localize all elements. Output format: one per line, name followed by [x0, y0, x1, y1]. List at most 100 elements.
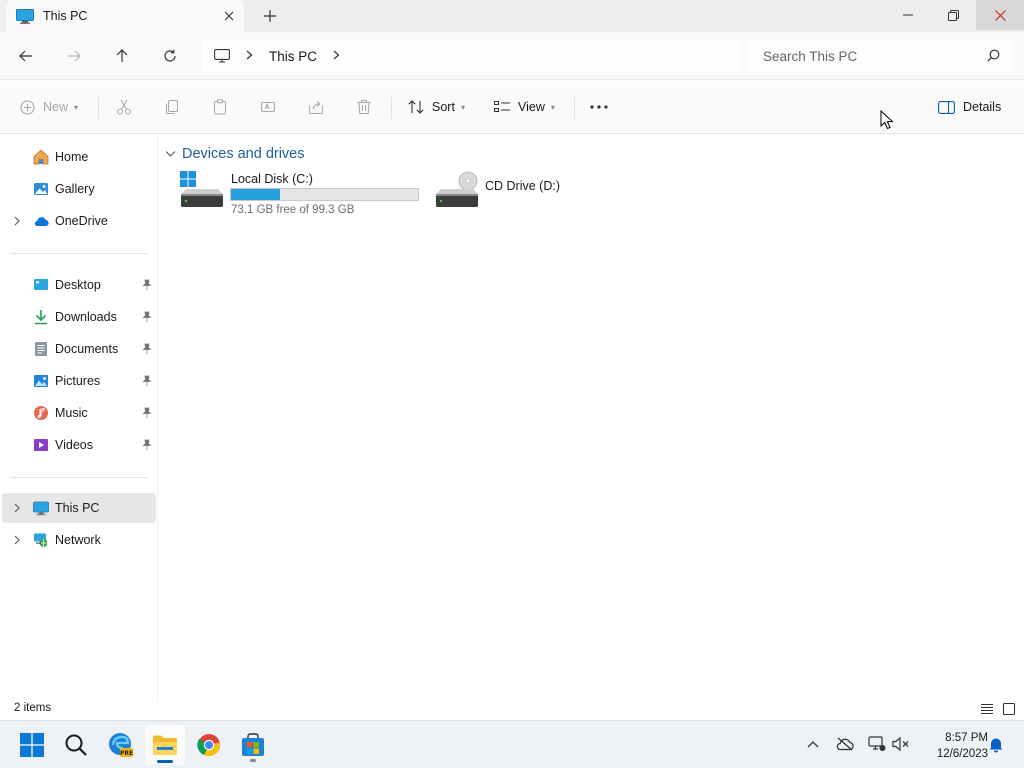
chevron-right-icon[interactable]	[12, 215, 22, 227]
pin-icon[interactable]	[142, 439, 152, 451]
command-bar: New ▾ Sort ▾ View ▾ Details	[0, 81, 1024, 134]
separator	[98, 97, 99, 119]
share-button[interactable]	[308, 93, 324, 121]
sidebar-item-desktop[interactable]: Desktop	[2, 270, 156, 300]
restore-button[interactable]	[930, 0, 976, 30]
rename-button[interactable]	[260, 93, 276, 121]
sort-icon	[408, 100, 424, 114]
details-button[interactable]: Details	[938, 93, 1001, 121]
sidebar-item-pictures[interactable]: Pictures	[2, 366, 156, 396]
view-icon	[494, 101, 510, 112]
desktop-icon	[34, 279, 48, 290]
chevron-right-icon[interactable]	[12, 534, 22, 546]
details-view-icon[interactable]	[980, 702, 994, 716]
cut-button[interactable]	[116, 93, 132, 121]
taskbar-search-button[interactable]	[56, 725, 96, 765]
document-icon	[35, 342, 47, 356]
taskbar-edge-dev[interactable]: PRE	[101, 725, 141, 765]
paste-button[interactable]	[212, 93, 228, 121]
back-button[interactable]	[12, 42, 40, 70]
sidebar-item-videos[interactable]: Videos	[2, 430, 156, 460]
clock-date: 12/6/2023	[936, 748, 988, 760]
sidebar-item-label: Network	[55, 533, 101, 547]
sort-button[interactable]: Sort ▾	[408, 93, 465, 121]
sidebar-item-this-pc[interactable]: This PC	[2, 493, 156, 523]
close-icon	[224, 11, 234, 21]
sidebar-item-network[interactable]: Network	[2, 525, 156, 555]
sidebar-item-label: Videos	[55, 438, 93, 452]
onedrive-tray-button[interactable]	[835, 734, 855, 754]
pin-icon[interactable]	[142, 407, 152, 419]
search-box[interactable]	[748, 40, 1012, 72]
address-bar[interactable]: This PC	[202, 40, 739, 72]
new-tab-button[interactable]	[256, 2, 284, 30]
start-button[interactable]	[12, 725, 52, 765]
navigation-pane: Home Gallery OneDrive Desktop Downloads …	[0, 135, 157, 700]
more-options-button[interactable]	[590, 93, 608, 121]
music-icon	[34, 406, 48, 420]
cut-icon	[117, 99, 131, 115]
network-status-icon	[868, 736, 886, 751]
volume-muted-icon	[892, 736, 909, 752]
up-button[interactable]	[108, 42, 136, 70]
tab-title: This PC	[43, 9, 88, 23]
pictures-icon	[34, 375, 48, 387]
section-header-devices[interactable]: Devices and drives	[165, 145, 305, 163]
breadcrumb-separator[interactable]	[246, 49, 253, 63]
sidebar-item-label: Desktop	[55, 278, 101, 292]
sidebar-item-onedrive[interactable]: OneDrive	[2, 206, 156, 236]
sidebar-item-label: Downloads	[55, 310, 117, 324]
forward-button[interactable]	[60, 42, 88, 70]
show-hidden-icons-button[interactable]	[803, 734, 823, 754]
taskbar-file-explorer[interactable]	[145, 725, 185, 765]
new-icon	[20, 99, 35, 115]
network-tray-button[interactable]	[867, 734, 887, 754]
sidebar-item-home[interactable]: Home	[2, 142, 156, 172]
cloud-icon	[34, 217, 49, 227]
clock[interactable]: 8:57 PM 12/6/2023	[918, 730, 988, 762]
bell-icon	[989, 738, 1003, 752]
copy-button[interactable]	[164, 93, 180, 121]
new-button[interactable]: New ▾	[20, 93, 78, 121]
drive-local-disk-c[interactable]: Local Disk (C:) 73.1 GB free of 99.3 GB	[178, 170, 423, 218]
gallery-icon	[34, 183, 48, 195]
plus-icon	[264, 10, 276, 22]
drive-cd-drive-d[interactable]: CD Drive (D:)	[433, 170, 593, 218]
pin-icon[interactable]	[142, 311, 152, 323]
tab-close-button[interactable]	[214, 1, 244, 31]
delete-button[interactable]	[356, 93, 372, 121]
search-input[interactable]	[763, 48, 973, 64]
running-app-indicator	[250, 759, 256, 762]
sidebar-item-label: This PC	[55, 501, 100, 515]
chevron-down-icon: ▾	[460, 102, 465, 112]
videos-icon	[34, 439, 48, 451]
edge-dev-icon: PRE	[109, 733, 133, 757]
sidebar-item-gallery[interactable]: Gallery	[2, 174, 156, 204]
minimize-button[interactable]	[885, 0, 931, 30]
chevron-right-icon[interactable]	[12, 502, 22, 514]
refresh-icon	[164, 49, 176, 62]
taskbar-chrome[interactable]	[189, 725, 229, 765]
view-button[interactable]: View ▾	[494, 93, 555, 121]
monitor-icon	[33, 501, 49, 516]
sidebar-item-downloads[interactable]: Downloads	[2, 302, 156, 332]
share-icon	[309, 101, 323, 114]
delete-icon	[357, 100, 371, 114]
large-icons-view-icon[interactable]	[1002, 702, 1016, 716]
breadcrumb-separator[interactable]	[333, 49, 340, 63]
tab-this-pc[interactable]: This PC	[6, 0, 244, 32]
pin-icon[interactable]	[142, 343, 152, 355]
refresh-button[interactable]	[156, 42, 184, 70]
sidebar-item-music[interactable]: Music	[2, 398, 156, 428]
volume-tray-button[interactable]	[891, 734, 911, 754]
address-row: This PC	[0, 32, 1024, 80]
close-window-button[interactable]	[976, 0, 1024, 30]
notifications-button[interactable]	[986, 734, 1006, 754]
minimize-icon	[903, 14, 913, 16]
cloud-offline-icon	[836, 737, 854, 751]
pin-icon[interactable]	[142, 279, 152, 291]
taskbar-store[interactable]	[233, 725, 273, 765]
breadcrumb-this-pc[interactable]: This PC	[269, 49, 317, 64]
pin-icon[interactable]	[142, 375, 152, 387]
sidebar-item-documents[interactable]: Documents	[2, 334, 156, 364]
